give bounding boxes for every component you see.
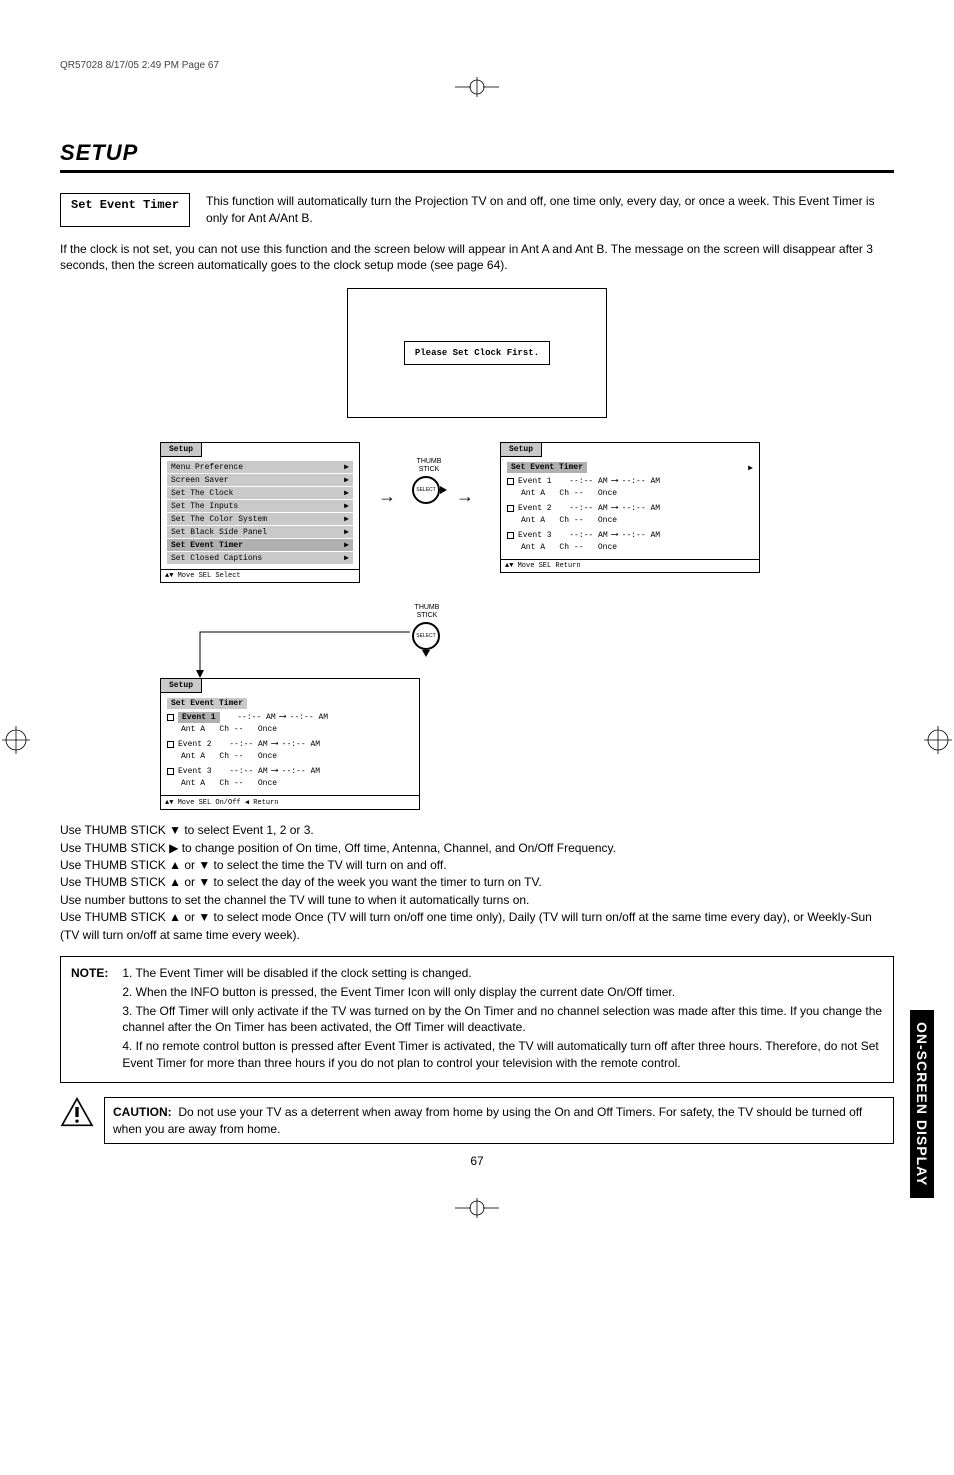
fold-mark-top <box>60 77 894 100</box>
event-timer-panel-bottom: Setup Set Event Timer Event 1 --:-- AM ⟶… <box>160 678 420 810</box>
clock-warning-text: If the clock is not set, you can not use… <box>60 241 894 275</box>
flow-arrow-right-2: → <box>456 486 474 507</box>
setup-tab: Setup <box>161 443 202 457</box>
side-tab-on-screen-display: ON-SCREEN DISPLAY <box>910 1010 934 1198</box>
event-footer: ▲▼ Move SEL On/Off ◀ Return <box>161 795 419 809</box>
menu-item-selected: Set Event Timer▶ <box>167 539 353 551</box>
edge-mark-left <box>2 720 30 760</box>
menu-item: Set Black Side Panel▶ <box>167 526 353 538</box>
set-event-timer-label: Set Event Timer <box>60 193 190 227</box>
instruction-line: Use THUMB STICK ▲ or ▼ to select the tim… <box>60 857 894 874</box>
clock-first-screen: Please Set Clock First. <box>347 288 607 418</box>
setup-tab: Setup <box>501 443 542 457</box>
caution-label: CAUTION: <box>113 1105 172 1119</box>
note-box: NOTE: 1. The Event Timer will be disable… <box>60 956 894 1083</box>
thumb-stick-label: THUMBSTICK <box>412 458 446 473</box>
instruction-line: Use THUMB STICK ▼ to select Event 1, 2 o… <box>60 822 894 839</box>
caution-icon <box>60 1097 94 1130</box>
menu-item: Set The Inputs▶ <box>167 500 353 512</box>
note-label: NOTE: <box>71 965 108 1074</box>
menu-item: Screen Saver▶ <box>167 474 353 486</box>
caution-box: CAUTION: Do not use your TV as a deterre… <box>104 1097 894 1145</box>
page-number: 67 <box>60 1154 894 1168</box>
setup-menu-panel: Setup Menu Preference▶ Screen Saver▶ Set… <box>160 442 360 583</box>
menu-item: Set The Color System▶ <box>167 513 353 525</box>
flow-connector <box>180 612 420 682</box>
instruction-line: Use THUMB STICK ▲ or ▼ to select the day… <box>60 874 894 891</box>
caution-text: Do not use your TV as a deterrent when a… <box>113 1105 862 1136</box>
clock-first-message: Please Set Clock First. <box>404 341 550 365</box>
section-title: SETUP <box>60 140 894 166</box>
setup-tab: Setup <box>161 679 202 693</box>
edge-mark-right <box>924 720 952 760</box>
intro-text: This function will automatically turn th… <box>206 193 894 227</box>
note-item: 2. When the INFO button is pressed, the … <box>122 984 883 1001</box>
instructions-block: Use THUMB STICK ▼ to select Event 1, 2 o… <box>60 822 894 944</box>
fold-mark-bottom <box>60 1198 894 1221</box>
menu-footer: ▲▼ Move SEL Select <box>161 569 359 582</box>
flow-arrow-right-1: → <box>378 486 396 507</box>
instruction-line: Use THUMB STICK ▶ to change position of … <box>60 840 894 857</box>
instruction-line: Use number buttons to set the channel th… <box>60 892 894 909</box>
instruction-line: Use THUMB STICK ▲ or ▼ to select mode On… <box>60 909 894 944</box>
menu-item: Set The Clock▶ <box>167 487 353 499</box>
thumb-stick-right-icon: SELECT <box>412 476 440 504</box>
print-header: QR57028 8/17/05 2:49 PM Page 67 <box>60 60 894 71</box>
menu-flow-diagram: Setup Menu Preference▶ Screen Saver▶ Set… <box>60 442 894 812</box>
menu-item: Menu Preference▶ <box>167 461 353 473</box>
event-timer-panel-top: Setup Set Event Timer▶ Event 1 --:-- AM … <box>500 442 760 573</box>
note-item: 4. If no remote control button is presse… <box>122 1038 883 1072</box>
title-rules <box>60 170 894 173</box>
note-item: 1. The Event Timer will be disabled if t… <box>122 965 883 982</box>
event-footer: ▲▼ Move SEL Return <box>501 559 759 572</box>
menu-item: Set Closed Captions▶ <box>167 552 353 564</box>
note-item: 3. The Off Timer will only activate if t… <box>122 1003 883 1037</box>
